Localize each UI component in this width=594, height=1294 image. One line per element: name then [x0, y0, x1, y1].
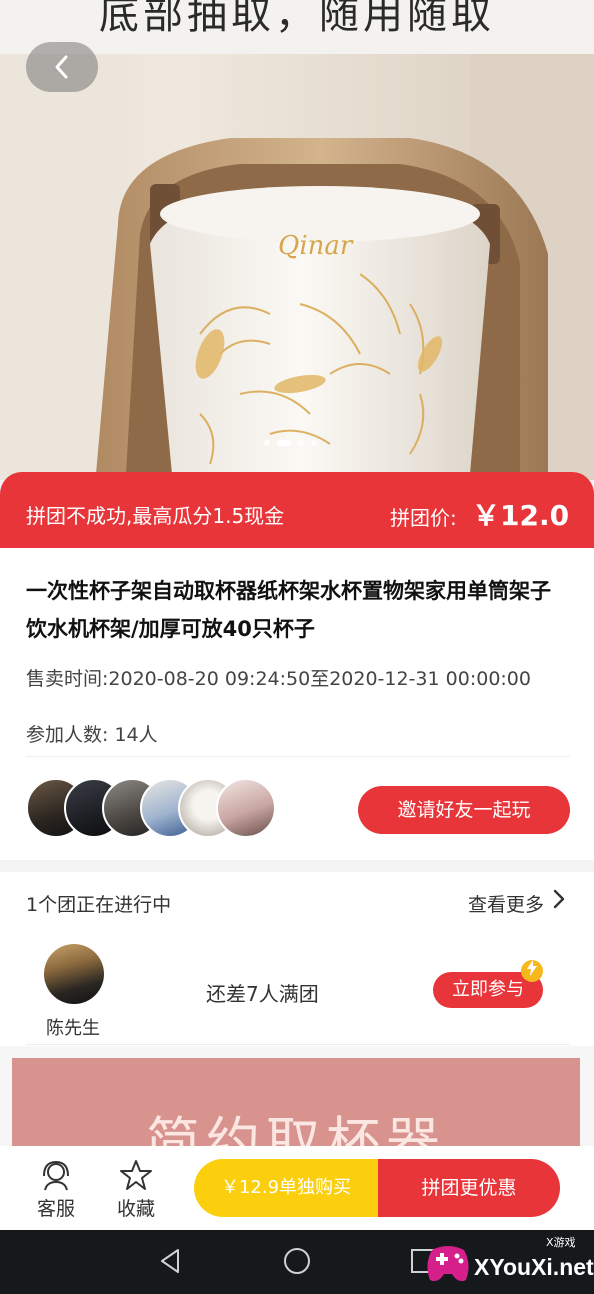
chevron-right-icon[interactable]	[552, 888, 566, 915]
group-price-bar: 拼团不成功,最高瓜分1.5现金 拼团价: ￥12.0	[0, 472, 594, 548]
product-image-carousel[interactable]: 底部抽取，随用随取 Qinar	[0, 0, 594, 480]
buy-alone-button[interactable]: ￥12.9单独购买	[194, 1159, 378, 1217]
star-icon	[106, 1158, 166, 1192]
favorite-label: 收藏	[116, 1198, 155, 1220]
divider	[26, 1044, 570, 1045]
view-more-link[interactable]: 查看更多	[468, 890, 544, 917]
site-watermark: X游戏 XYouXi.net	[418, 1232, 594, 1292]
product-title: 一次性杯子架自动取杯器纸杯架水杯置物架家用单筒架子饮水机杯架/加厚可放40只杯子	[26, 579, 551, 641]
group-status: 还差7人满团	[206, 982, 319, 1006]
sale-time: 售卖时间:2020-08-20 09:24:50至2020-12-31 00:0…	[26, 668, 531, 690]
price-label: 拼团价:	[390, 506, 457, 530]
invite-friends-button[interactable]: 邀请好友一起玩	[358, 786, 570, 834]
customer-service-label: 客服	[36, 1198, 75, 1220]
detail-banner: 简约取杯器	[12, 1058, 580, 1148]
svg-text:Qinar: Qinar	[278, 231, 354, 261]
promo-text: 拼团不成功,最高瓜分1.5现金	[26, 504, 285, 528]
carousel-dot	[311, 440, 317, 446]
participant-count: 参加人数: 14人	[26, 724, 158, 746]
carousel-dot	[264, 440, 270, 446]
group-leader-name: 陈先生	[46, 1018, 100, 1039]
product-photo: Qinar	[0, 54, 594, 480]
hero-banner-text: 底部抽取，随用随取	[0, 0, 594, 54]
bottom-action-bar: 客服 收藏 ￥12.9单独购买 拼团更优惠	[0, 1146, 594, 1230]
divider	[26, 756, 570, 757]
carousel-indicator	[264, 440, 317, 446]
group-leader-avatar	[44, 944, 104, 1004]
product-info-card: 一次性杯子架自动取杯器纸杯架水杯置物架家用单筒架子饮水机杯架/加厚可放40只杯子…	[0, 548, 594, 860]
favorite-button[interactable]: 收藏	[106, 1158, 166, 1221]
product-detail-section: 简约取杯器	[0, 1046, 594, 1148]
back-button[interactable]	[26, 42, 98, 92]
participant-avatars	[26, 778, 286, 840]
group-price: ￥12.0	[472, 499, 570, 532]
gamepad-logo-icon	[427, 1246, 469, 1282]
chevron-left-icon	[55, 55, 68, 79]
nav-back-icon[interactable]	[156, 1246, 186, 1280]
ongoing-groups-title: 1个团正在进行中	[26, 894, 172, 916]
ongoing-groups-section: 1个团正在进行中 查看更多 陈先生 还差7人满团 立即参与	[0, 872, 594, 1046]
buy-group-button[interactable]: 拼团更优惠	[378, 1159, 560, 1217]
carousel-dot	[298, 440, 304, 446]
headset-icon	[26, 1158, 86, 1192]
customer-service-button[interactable]: 客服	[26, 1158, 86, 1221]
detail-banner-text: 简约取杯器	[146, 1111, 446, 1148]
avatar	[216, 778, 276, 838]
nav-home-icon[interactable]	[282, 1246, 312, 1280]
carousel-dot-active	[277, 440, 291, 446]
watermark-site: XYouXi.net	[474, 1254, 594, 1280]
lightning-icon	[521, 960, 543, 982]
watermark-cn: X游戏	[546, 1236, 576, 1249]
